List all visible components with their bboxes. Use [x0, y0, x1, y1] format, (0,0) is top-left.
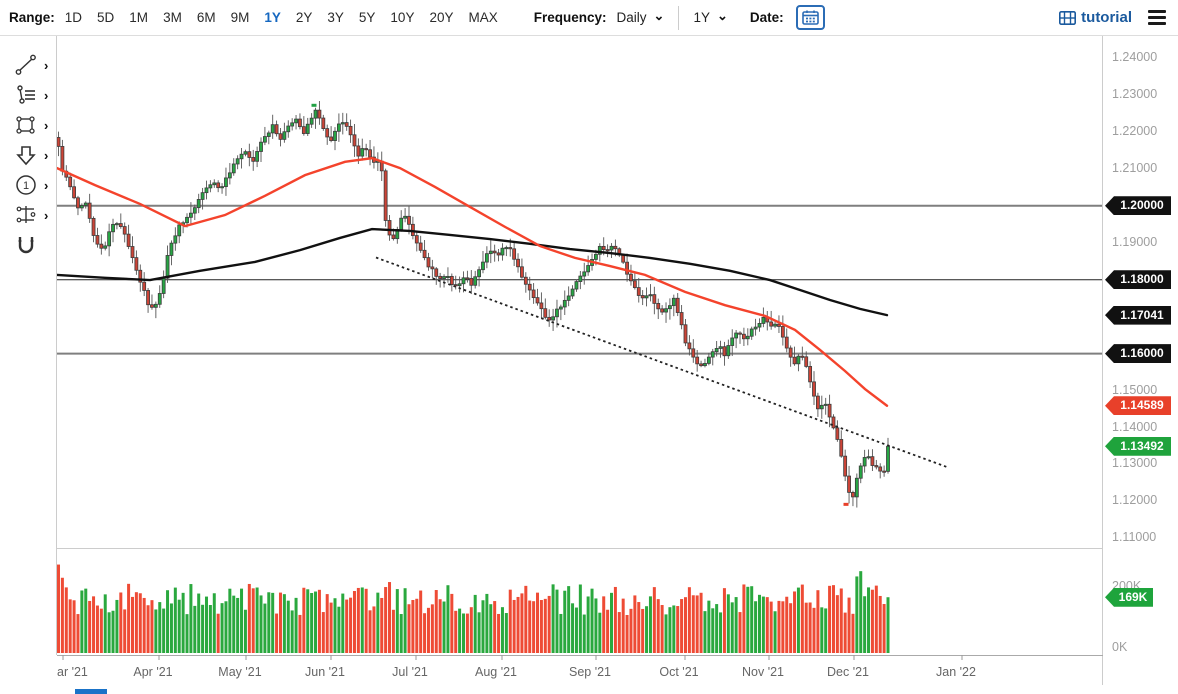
range-option-1m[interactable]: 1M — [129, 10, 148, 25]
price-badge-horizontal-line: 1.16000 — [1105, 344, 1171, 363]
price-tick-label: 1.21000 — [1112, 161, 1157, 175]
fibonacci-tool-icon — [14, 203, 38, 227]
frequency-label: Frequency: — [534, 10, 607, 25]
arrow-tool-icon — [14, 143, 38, 167]
sidebar-tool-arrow-tool[interactable]: › — [14, 142, 48, 168]
sidebar-tool-magnet-tool[interactable] — [14, 232, 38, 258]
drawing-tools-sidebar: ››››1›› — [0, 36, 56, 656]
svg-text:ar '21: ar '21 — [57, 665, 88, 679]
volume-tick-label: 0K — [1112, 640, 1127, 654]
range-option-10y[interactable]: 10Y — [390, 10, 414, 25]
range-option-3m[interactable]: 3M — [163, 10, 182, 25]
number-label-tool-icon: 1 — [14, 173, 38, 197]
shape-tool-icon — [14, 113, 38, 137]
sidebar-tool-annotation-list-tool[interactable]: › — [14, 82, 48, 108]
svg-text:Jul '21: Jul '21 — [392, 665, 428, 679]
sidebar-tool-shape-tool[interactable]: › — [14, 112, 48, 138]
scrollbar-thumb[interactable] — [75, 689, 107, 694]
price-axis: 1.24000 1.23000 1.22000 1.21000 1.19000 1.150… — [1103, 36, 1178, 694]
brand-logo-icon — [1059, 11, 1076, 25]
range-option-2y[interactable]: 2Y — [296, 10, 313, 25]
submenu-chevron-icon[interactable]: › — [44, 58, 48, 73]
period-dropdown[interactable]: 1Y — [693, 10, 710, 25]
submenu-chevron-icon[interactable]: › — [44, 208, 48, 223]
range-option-6m[interactable]: 6M — [197, 10, 216, 25]
price-badge-horizontal-line: 1.18000 — [1105, 270, 1171, 289]
price-tick-label: 1.23000 — [1112, 87, 1157, 101]
svg-text:Aug '21: Aug '21 — [475, 665, 517, 679]
sidebar-tool-fibonacci-tool[interactable]: › — [14, 202, 48, 228]
svg-text:Jan '22: Jan '22 — [936, 665, 976, 679]
submenu-chevron-icon[interactable]: › — [44, 118, 48, 133]
price-tick-label: 1.13000 — [1112, 456, 1157, 470]
trend-line-tool-icon — [14, 53, 38, 77]
date-picker-button[interactable] — [796, 5, 825, 30]
submenu-chevron-icon[interactable]: › — [44, 178, 48, 193]
price-tick-label: 1.15000 — [1112, 383, 1157, 397]
price-badge-horizontal-line: 1.20000 — [1105, 196, 1171, 215]
price-badge-ma-slow-last: 1.17041 — [1105, 306, 1171, 325]
sidebar-tool-number-label-tool[interactable]: 1› — [14, 172, 48, 198]
svg-text:Dec '21: Dec '21 — [827, 665, 869, 679]
price-badge-last-price: 1.13492 — [1105, 437, 1171, 456]
frequency-dropdown[interactable]: Daily — [617, 10, 647, 25]
range-option-1d[interactable]: 1D — [65, 10, 82, 25]
price-chart[interactable]: ar '21 Apr '21 May '21 Jun '21 Jul '21 Aug '2… — [0, 0, 1178, 694]
chevron-down-icon[interactable]: ⌄ — [654, 8, 665, 24]
brand-logo[interactable]: tutorial — [1059, 9, 1132, 26]
price-tick-label: 1.24000 — [1112, 50, 1157, 64]
range-option-1y[interactable]: 1Y — [264, 10, 281, 25]
range-option-max[interactable]: MAX — [468, 10, 497, 25]
price-tick-label: 1.11000 — [1112, 530, 1156, 544]
submenu-chevron-icon[interactable]: › — [44, 88, 48, 103]
price-tick-label: 1.14000 — [1112, 420, 1157, 434]
annotation-list-tool-icon — [14, 83, 38, 107]
svg-text:Nov '21: Nov '21 — [742, 665, 784, 679]
date-label: Date: — [750, 10, 784, 25]
svg-text:1: 1 — [23, 180, 29, 192]
chevron-down-icon[interactable]: ⌄ — [717, 8, 728, 24]
svg-text:May '21: May '21 — [218, 665, 261, 679]
range-label: Range: — [9, 10, 55, 25]
price-badge-ma-fast-last: 1.14589 — [1105, 396, 1171, 415]
price-tick-label: 1.22000 — [1112, 124, 1157, 138]
toolbar-divider — [678, 6, 679, 30]
svg-text:Jun '21: Jun '21 — [305, 665, 345, 679]
range-option-20y[interactable]: 20Y — [429, 10, 453, 25]
svg-text:Sep '21: Sep '21 — [569, 665, 611, 679]
range-option-3y[interactable]: 3Y — [327, 10, 344, 25]
calendar-icon — [802, 10, 819, 25]
magnet-tool-icon — [14, 233, 38, 257]
brand-name: tutorial — [1081, 9, 1132, 26]
price-tick-label: 1.19000 — [1112, 235, 1157, 249]
svg-text:Oct '21: Oct '21 — [659, 665, 698, 679]
volume-badge: 169K — [1105, 588, 1153, 607]
svg-text:Apr '21: Apr '21 — [133, 665, 172, 679]
hamburger-menu-icon[interactable] — [1146, 8, 1168, 27]
submenu-chevron-icon[interactable]: › — [44, 148, 48, 163]
range-selector: 1D 5D 1M 3M 6M 9M 1Y 2Y 3Y 5Y 10Y 20Y MAX — [65, 10, 498, 25]
range-option-5y[interactable]: 5Y — [359, 10, 376, 25]
price-tick-label: 1.12000 — [1112, 493, 1157, 507]
top-toolbar: Range: 1D 5D 1M 3M 6M 9M 1Y 2Y 3Y 5Y 10Y 20Y MAX Fre… — [0, 0, 1178, 35]
range-option-5d[interactable]: 5D — [97, 10, 114, 25]
charting-app: Range: 1D 5D 1M 3M 6M 9M 1Y 2Y 3Y 5Y 10Y 20Y MAX Fre… — [0, 0, 1178, 694]
range-option-9m[interactable]: 9M — [231, 10, 250, 25]
sidebar-tool-trend-line-tool[interactable]: › — [14, 52, 48, 78]
